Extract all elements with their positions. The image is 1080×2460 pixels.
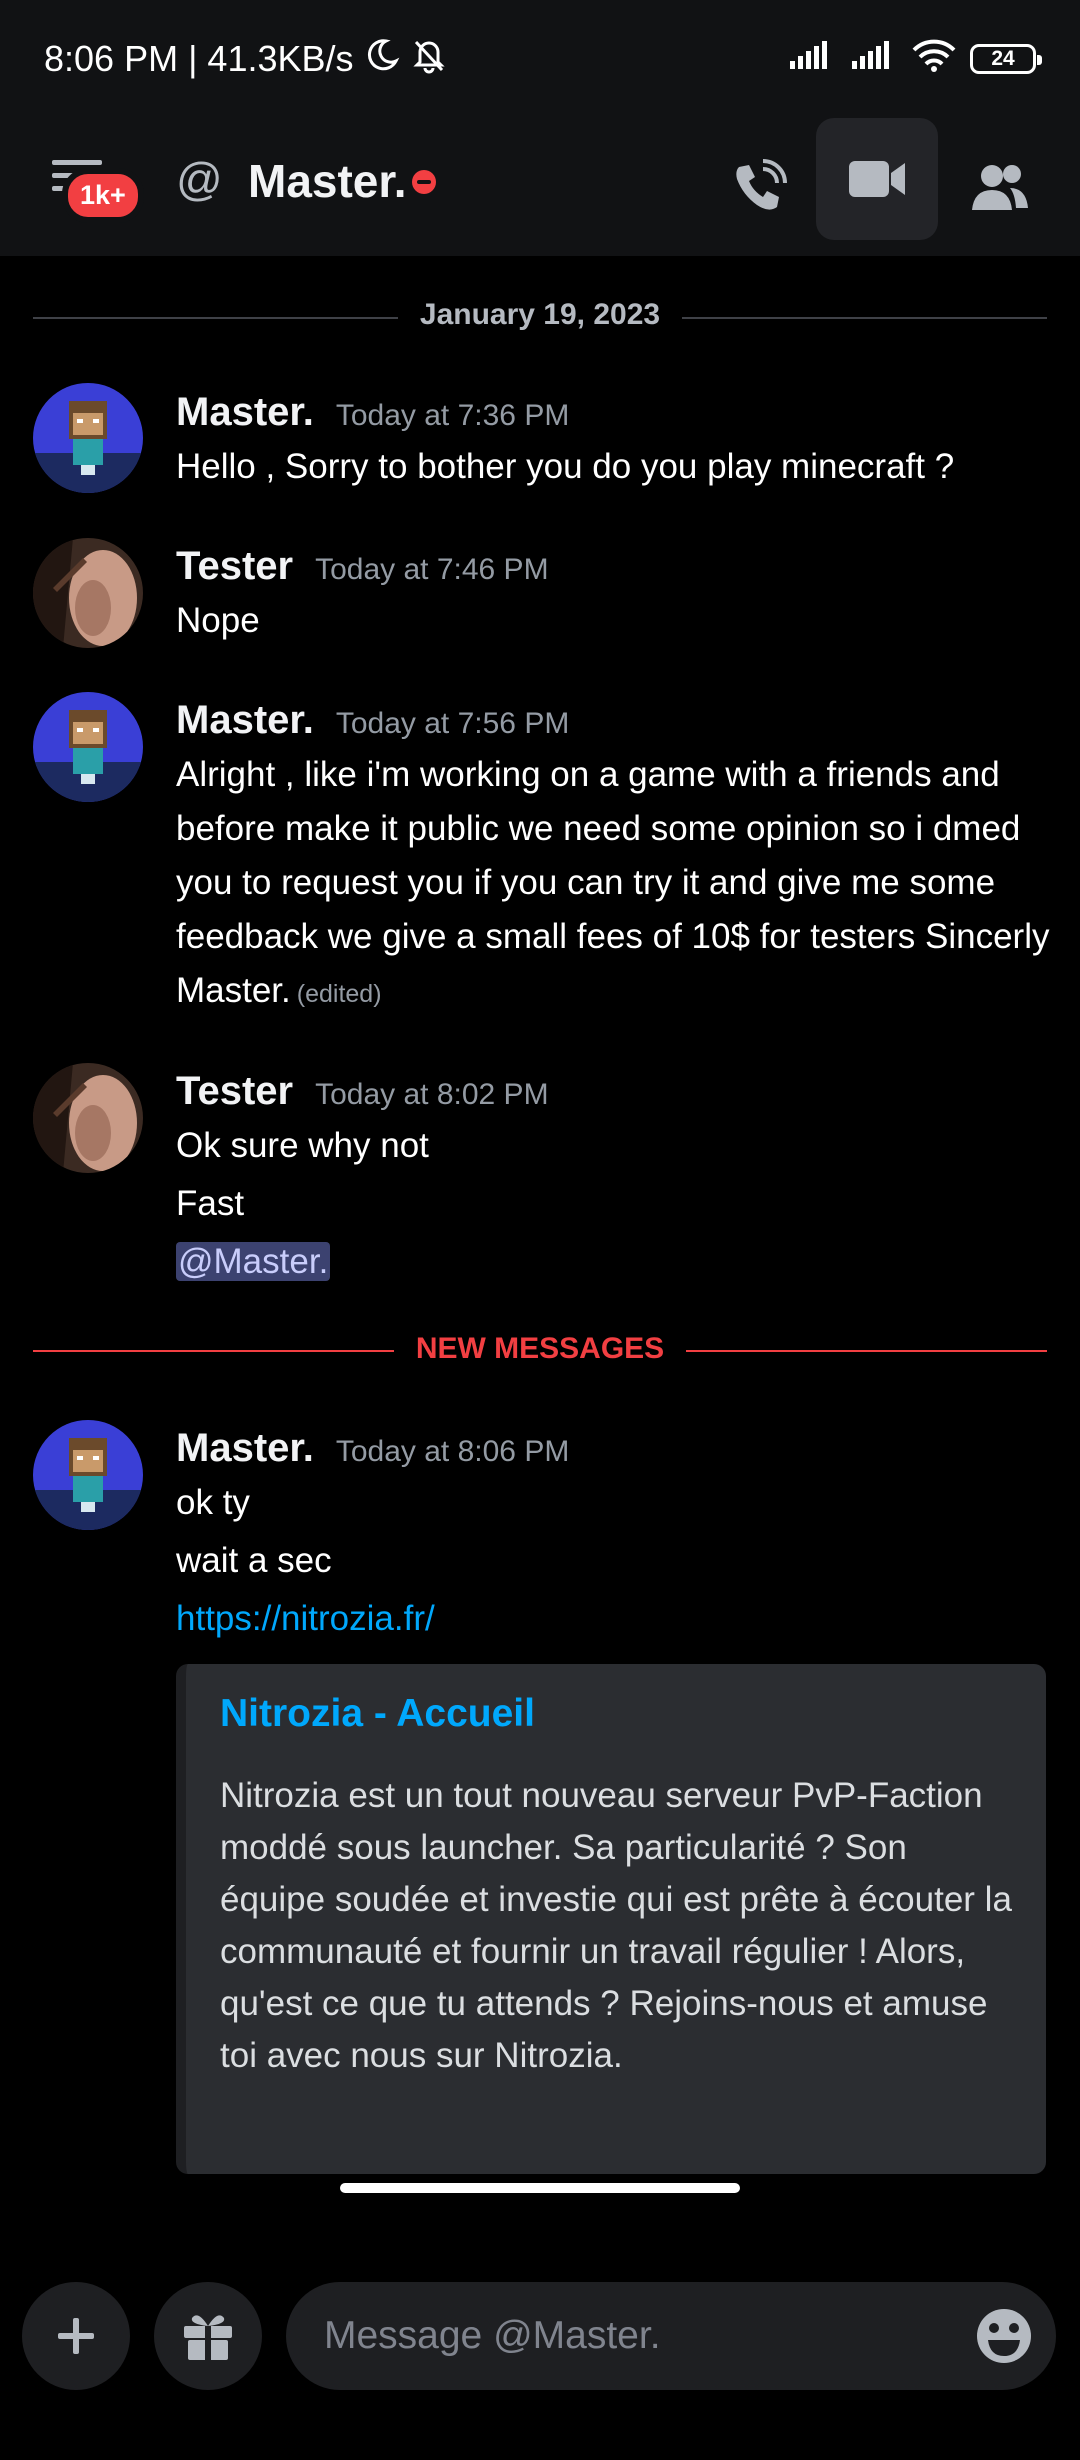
home-indicator[interactable]: [340, 2183, 740, 2193]
new-messages-divider: NEW MESSAGES: [0, 1332, 1080, 1366]
avatar[interactable]: [33, 1063, 143, 1173]
link-embed[interactable]: Nitrozia - Accueil Nitrozia est un tout …: [176, 1664, 1046, 2174]
page-title[interactable]: Master.: [248, 154, 407, 208]
message-timestamp: Today at 7:36 PM: [335, 399, 570, 432]
emoji-icon[interactable]: [974, 2306, 1034, 2371]
status-bar: 8:06 PM | 41.3KB/s 24: [0, 0, 1080, 118]
edited-label: (edited): [296, 980, 382, 1008]
at-icon: @: [176, 153, 223, 205]
message-content: Hello , Sorry to bother you do you play …: [176, 447, 955, 486]
embed-description: Nitrozia est un tout nouveau serveur PvP…: [220, 1776, 1012, 2075]
plus-icon[interactable]: [22, 2282, 130, 2390]
message-timestamp: Today at 7:46 PM: [315, 553, 549, 586]
message-link[interactable]: https://nitrozia.fr/: [176, 1599, 435, 1638]
message-input-box[interactable]: [286, 2282, 1056, 2390]
wifi-icon: [912, 38, 956, 81]
embed-title[interactable]: Nitrozia - Accueil: [220, 1692, 535, 1736]
phone-icon[interactable]: [706, 136, 810, 240]
message-content: Alright , like i'm working on a game wit…: [176, 755, 1050, 1010]
gift-icon[interactable]: [154, 2282, 262, 2390]
channel-header: 1k+ @ Master.: [0, 118, 1080, 256]
bell-off-icon: [410, 36, 448, 83]
message-author[interactable]: Master. Today at 8:06 PM: [176, 1426, 569, 1471]
signal-icon: [850, 38, 898, 80]
avatar[interactable]: [33, 383, 143, 493]
message-author[interactable]: Master. Today at 7:56 PM: [176, 698, 569, 743]
notification-badge: 1k+: [62, 168, 144, 223]
video-icon[interactable]: [816, 118, 938, 240]
message-timestamp: Today at 8:02 PM: [315, 1078, 549, 1111]
message-author[interactable]: Master. Today at 7:36 PM: [176, 390, 569, 435]
date-divider: January 19, 2023: [0, 298, 1080, 332]
moon-icon: [364, 37, 400, 82]
dnd-status-icon: [412, 170, 436, 194]
avatar[interactable]: [33, 1420, 143, 1530]
members-icon[interactable]: [948, 136, 1052, 240]
message-author[interactable]: Tester Today at 8:02 PM: [176, 1069, 549, 1114]
message-composer: [0, 2252, 1080, 2460]
battery-icon: 24: [970, 44, 1042, 74]
message-list[interactable]: January 19, 2023 Master. Today at 7:36 PM…: [0, 256, 1080, 2252]
avatar[interactable]: [33, 692, 143, 802]
status-time-speed: 8:06 PM | 41.3KB/s: [44, 38, 354, 79]
message-content: ok ty wait a sec https://nitrozia.fr/: [176, 1483, 435, 1638]
message-timestamp: Today at 7:56 PM: [335, 707, 570, 740]
signal-icon: [788, 38, 836, 80]
message-author[interactable]: Tester Today at 7:46 PM: [176, 544, 549, 589]
avatar[interactable]: [33, 538, 143, 648]
message-content: Ok sure why not Fast @Master.: [176, 1126, 429, 1281]
message-content: Nope: [176, 601, 260, 640]
user-mention[interactable]: @Master.: [176, 1242, 331, 1281]
message-timestamp: Today at 8:06 PM: [335, 1435, 570, 1468]
battery-level: 24: [991, 47, 1015, 70]
message-input[interactable]: [324, 2306, 924, 2366]
